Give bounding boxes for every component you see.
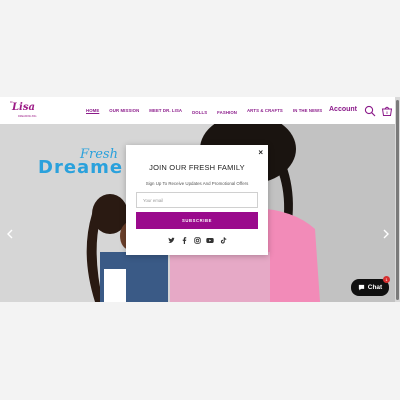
cart-count: 0 [386, 110, 389, 115]
scrollbar-thumb[interactable] [396, 100, 399, 300]
subscribe-button[interactable]: SUBSCRIBE [136, 212, 258, 229]
email-field[interactable]: Your email [136, 192, 258, 208]
search-icon[interactable] [364, 104, 376, 117]
cart-icon[interactable]: 0 [381, 104, 393, 116]
page: Dr. Lisa DREAMING BIG HOME OUR MISSION M… [0, 0, 400, 400]
chat-label: Chat [367, 284, 383, 291]
instagram-icon[interactable] [193, 236, 201, 244]
nav-dolls[interactable]: DOLLS [192, 110, 207, 115]
nav-in-the-news[interactable]: IN THE NEWS [293, 108, 322, 113]
nav-arts-crafts[interactable]: ARTS & CRAFTS [247, 108, 283, 113]
main-nav: HOME OUR MISSION MEET DR. LISA DOLLS FAS… [86, 97, 332, 124]
chat-badge: 1 [383, 276, 390, 283]
chevron-right-icon [383, 229, 389, 239]
logo-tagline: DREAMING BIG [18, 115, 37, 118]
facebook-icon[interactable] [180, 236, 188, 244]
account-link[interactable]: Account [329, 106, 357, 113]
chevron-left-icon [7, 229, 13, 239]
modal-subtitle: Sign Up To Receive Updates And Promotion… [145, 181, 249, 186]
hero-title: Dreame [38, 157, 124, 178]
chat-bubble-icon [358, 284, 364, 291]
close-icon[interactable]: × [258, 148, 263, 157]
social-links [126, 236, 268, 244]
tiktok-icon[interactable] [219, 236, 227, 244]
slider-next-button[interactable] [382, 228, 390, 242]
nav-meet-dr-lisa[interactable]: MEET DR. LISA [149, 108, 182, 113]
twitter-icon[interactable] [167, 236, 175, 244]
nav-home[interactable]: HOME [86, 108, 99, 113]
site-logo[interactable]: Dr. Lisa DREAMING BIG [10, 100, 40, 119]
youtube-icon[interactable] [206, 236, 214, 244]
logo-name: Lisa [12, 102, 35, 113]
modal-title: JOIN OUR FRESH FAMILY [149, 163, 245, 172]
newsletter-modal: × JOIN OUR FRESH FAMILY Sign Up To Recei… [126, 145, 268, 255]
nav-fashion[interactable]: FASHION [217, 110, 237, 115]
slider-prev-button[interactable] [6, 228, 14, 242]
nav-our-mission[interactable]: OUR MISSION [109, 108, 139, 113]
